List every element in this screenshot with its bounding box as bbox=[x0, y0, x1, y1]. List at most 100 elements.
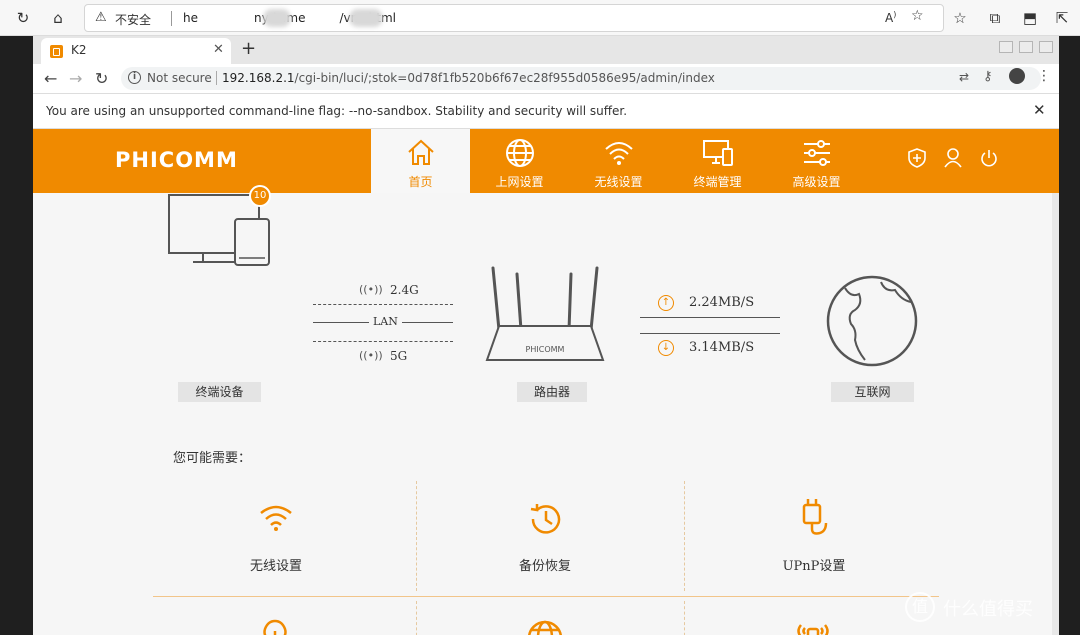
infobar-close-icon[interactable]: ✕ bbox=[1033, 101, 1046, 119]
router-admin-page: PHICOMM 首页 上网设置 无线设置 终端管理 高级设置 10 终端设备 (… bbox=[33, 129, 1059, 635]
outer-browser-toolbar: ↻ ⌂ ⚠ 不安全 henyds.me/vnc.html A) ☆ ☆ ⧉ ⬒ … bbox=[0, 0, 1080, 36]
divider bbox=[313, 304, 453, 305]
extensions-icon[interactable]: ⬒ bbox=[1020, 8, 1040, 28]
nav-device-management[interactable]: 终端管理 bbox=[668, 129, 767, 193]
phicomm-logo: PHICOMM bbox=[115, 148, 238, 172]
nav-label: 首页 bbox=[408, 175, 433, 189]
divider bbox=[313, 341, 453, 342]
plug-icon bbox=[802, 499, 828, 535]
divider bbox=[416, 481, 417, 591]
user-icon[interactable] bbox=[943, 147, 963, 169]
inner-browser-window: K2 ✕ + ← → ↻ i Not secure 192.168.2.1/cg… bbox=[33, 36, 1059, 635]
sliders-icon bbox=[804, 140, 830, 166]
divider bbox=[684, 601, 685, 635]
infobar-message: You are using an unsupported command-lin… bbox=[46, 104, 628, 118]
reload-icon[interactable]: ↻ bbox=[13, 8, 33, 28]
outer-address-bar[interactable]: ⚠ 不安全 henyds.me/vnc.html A) ☆ bbox=[84, 4, 944, 32]
home-icon[interactable]: ⌂ bbox=[48, 8, 68, 28]
sandbox-warning-infobar: You are using an unsupported command-lin… bbox=[33, 93, 1059, 129]
divider bbox=[640, 317, 780, 318]
router-caption: 路由器 bbox=[517, 382, 587, 402]
translate-icon[interactable]: ⇄ bbox=[959, 70, 969, 84]
nav-label: 高级设置 bbox=[792, 175, 841, 189]
nav-home[interactable]: 首页 bbox=[371, 129, 470, 193]
divider bbox=[640, 333, 780, 334]
home-icon bbox=[408, 139, 434, 165]
inner-toolbar: ← → ↻ i Not secure 192.168.2.1/cgi-bin/l… bbox=[33, 64, 1059, 93]
tab-strip: K2 ✕ + bbox=[33, 36, 1059, 64]
tab-k2[interactable]: K2 ✕ bbox=[41, 38, 231, 64]
restore-button[interactable] bbox=[1019, 41, 1033, 53]
collections-icon[interactable]: ⧉ bbox=[985, 8, 1005, 28]
bulb-icon[interactable] bbox=[261, 619, 289, 635]
quick-link-label: UPnP设置 bbox=[782, 559, 846, 574]
may-need-heading: 您可能需要： bbox=[173, 451, 252, 466]
scrollbar[interactable] bbox=[1052, 193, 1059, 635]
quick-link-label: 无线设置 bbox=[249, 559, 302, 574]
restore-icon bbox=[530, 504, 561, 534]
quick-link-backup-restore[interactable]: 备份恢复 bbox=[425, 493, 665, 583]
nav-label: 上网设置 bbox=[495, 175, 544, 189]
quick-link-wireless[interactable]: 无线设置 bbox=[156, 493, 396, 583]
profile-avatar-icon[interactable] bbox=[1009, 68, 1025, 84]
wifi-icon bbox=[605, 142, 633, 165]
inner-url-text: 192.168.2.1/cgi-bin/luci/;stok=0d78f1fb5… bbox=[222, 71, 715, 85]
phicomm-favicon-icon bbox=[50, 45, 63, 58]
download-arrow-icon: ↓ bbox=[658, 340, 674, 356]
nav-advanced-settings[interactable]: 高级设置 bbox=[767, 129, 866, 193]
redaction-blur bbox=[349, 9, 383, 27]
tab-close-icon[interactable]: ✕ bbox=[213, 42, 224, 57]
signal-icon: ((•)) bbox=[359, 349, 383, 362]
internet-caption: 互联网 bbox=[831, 382, 914, 402]
band-5g-label: 5G bbox=[390, 349, 408, 363]
divider bbox=[153, 596, 939, 597]
devices-caption: 终端设备 bbox=[178, 382, 261, 402]
signal-device-icon[interactable] bbox=[794, 619, 832, 635]
share-icon[interactable]: ⇱ bbox=[1052, 8, 1072, 28]
shield-plus-icon[interactable] bbox=[907, 147, 927, 169]
internet-globe-icon[interactable] bbox=[825, 274, 919, 368]
nav-label: 终端管理 bbox=[693, 175, 742, 189]
band-24g-label: 2.4G bbox=[390, 283, 419, 297]
upload-speed: 2.24MB/S bbox=[689, 295, 755, 310]
power-icon[interactable] bbox=[979, 147, 999, 169]
watermark-logo-icon: 值 bbox=[905, 592, 935, 622]
new-tab-button[interactable]: + bbox=[241, 38, 256, 59]
download-speed: 3.14MB/S bbox=[689, 340, 755, 355]
redaction-blur bbox=[263, 9, 291, 27]
globe-icon bbox=[506, 139, 534, 167]
signal-icon: ((•)) bbox=[359, 283, 383, 296]
warning-icon: ⚠ bbox=[95, 10, 107, 25]
back-icon[interactable]: ← bbox=[44, 69, 57, 88]
divider bbox=[171, 11, 172, 26]
favorite-add-icon[interactable]: ☆ bbox=[911, 8, 924, 24]
read-aloud-icon[interactable]: A) bbox=[885, 10, 896, 25]
nav-label: 无线设置 bbox=[594, 175, 643, 189]
nav-internet-settings[interactable]: 上网设置 bbox=[470, 129, 569, 193]
device-count-badge: 10 bbox=[249, 185, 271, 207]
devices-icon bbox=[703, 140, 733, 166]
nav-wireless-settings[interactable]: 无线设置 bbox=[569, 129, 668, 193]
close-window-button[interactable] bbox=[1039, 41, 1053, 53]
forward-icon[interactable]: → bbox=[69, 69, 82, 88]
upload-arrow-icon: ↑ bbox=[658, 295, 674, 311]
key-icon[interactable]: ⚷ bbox=[983, 69, 993, 84]
lan-label: LAN bbox=[369, 315, 402, 328]
watermark-text: 什么值得买 bbox=[943, 599, 1033, 620]
reload-icon[interactable]: ↻ bbox=[95, 69, 108, 88]
tab-title: K2 bbox=[71, 43, 87, 57]
wifi-icon bbox=[260, 505, 292, 531]
favorites-icon[interactable]: ☆ bbox=[950, 8, 970, 28]
menu-kebab-icon[interactable]: ⋮ bbox=[1037, 68, 1051, 84]
minimize-button[interactable] bbox=[999, 41, 1013, 53]
inner-address-bar[interactable]: i Not secure 192.168.2.1/cgi-bin/luci/;s… bbox=[121, 67, 1041, 90]
info-icon[interactable]: i bbox=[128, 71, 141, 84]
quick-link-upnp[interactable]: UPnP设置 bbox=[694, 493, 934, 583]
insecure-label: 不安全 bbox=[115, 13, 152, 27]
divider bbox=[416, 601, 417, 635]
router-illustration-icon[interactable]: PHICOMM bbox=[485, 264, 607, 370]
not-secure-label: Not secure bbox=[147, 71, 212, 85]
router-brand-label: PHICOMM bbox=[526, 345, 565, 354]
divider bbox=[216, 71, 217, 85]
globe-icon[interactable] bbox=[526, 619, 564, 635]
